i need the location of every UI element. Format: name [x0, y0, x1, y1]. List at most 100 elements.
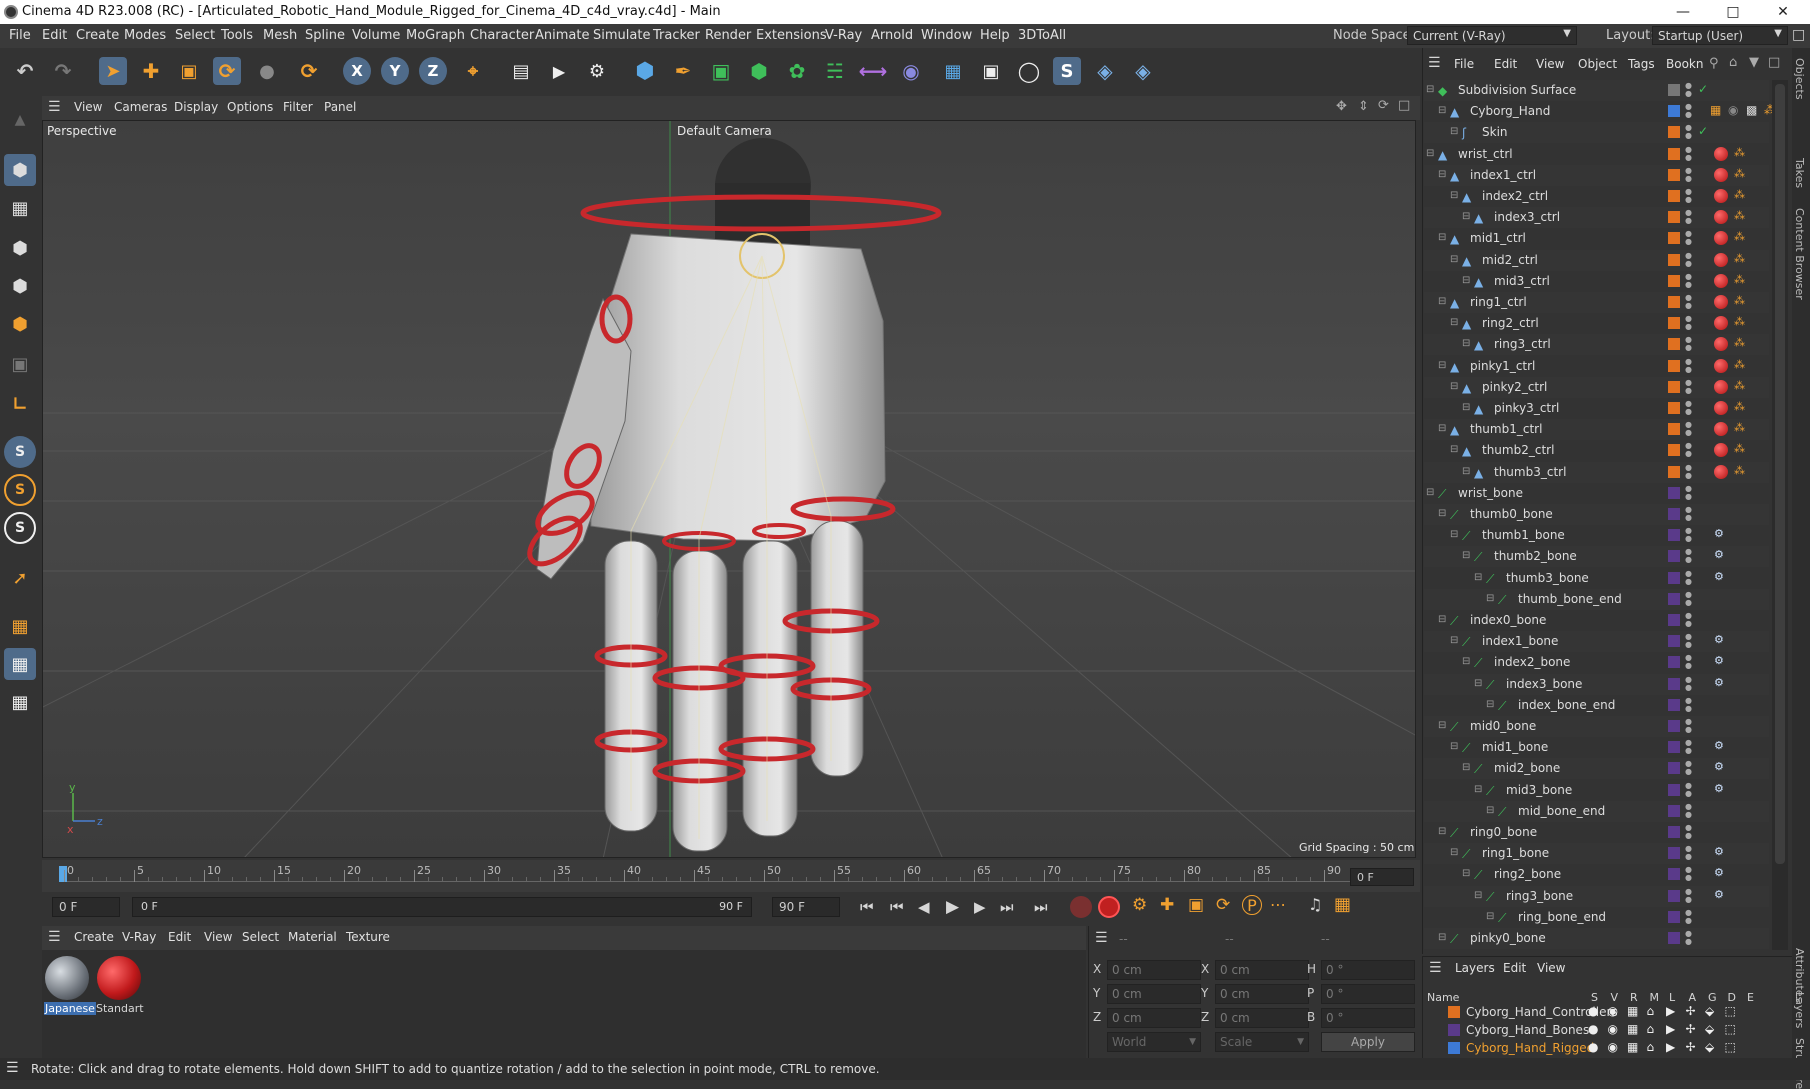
layer-color-swatch[interactable] — [1668, 508, 1680, 520]
object-row[interactable]: ⊟ ▲ ring3_ctrl ● ● ⁂ — [1424, 334, 1769, 356]
visibility-dots-icon[interactable]: ● ● — [1685, 824, 1698, 840]
object-row[interactable]: ⊟ ⟋ mid0_bone ● ● — [1424, 716, 1769, 737]
node-space-dropdown[interactable]: Current (V-Ray) ▼ — [1407, 26, 1577, 45]
material-tag-icon[interactable] — [1714, 295, 1728, 309]
constraint-tag-icon[interactable]: ⁂ — [1734, 464, 1747, 480]
y-axis-button[interactable]: Y — [378, 52, 412, 90]
dolly-view-icon[interactable]: ⇕ — [1358, 99, 1369, 114]
object-row[interactable]: ⊟ ▲ mid3_ctrl ● ● ⁂ — [1424, 270, 1769, 292]
layer-color-swatch[interactable] — [1668, 359, 1680, 372]
generators-icon[interactable]: ⬙ — [1705, 1004, 1714, 1018]
obj-menu-file[interactable]: File — [1454, 57, 1474, 71]
expand-toggle-icon[interactable]: ⊟ — [1450, 317, 1462, 329]
move-tool-button[interactable]: ✚ — [134, 52, 168, 90]
bend-button[interactable]: ⟷ — [856, 52, 890, 90]
visibility-dots-icon[interactable]: ● ● — [1685, 484, 1698, 501]
render-icon[interactable]: ▦ — [1627, 1004, 1638, 1018]
object-row[interactable]: ⊟ ▲ thumb2_ctrl ● ● ⁂ — [1424, 440, 1769, 462]
size-mode-dropdown[interactable]: Scale ▼ — [1215, 1032, 1309, 1052]
next-key-icon[interactable]: ⏭ — [1000, 898, 1014, 916]
layer-color-swatch[interactable] — [1668, 635, 1680, 648]
material-tag-icon[interactable] — [1714, 401, 1728, 415]
enabled-check-icon[interactable]: ✓ — [1698, 124, 1711, 140]
expand-toggle-icon[interactable]: ⊟ — [1438, 508, 1450, 520]
object-row[interactable]: ⊟ ⟋ ring1_bone ● ● ⚙ — [1424, 843, 1769, 865]
material-tag-icon[interactable] — [1714, 337, 1728, 352]
expand-toggle-icon[interactable]: ⊟ — [1474, 784, 1486, 796]
mat-menu-vray[interactable]: V-Ray — [122, 930, 156, 944]
deformers-icon[interactable]: ⬚ — [1725, 1022, 1736, 1036]
constraint-tag-icon[interactable]: ⁂ — [1734, 188, 1747, 204]
visibility-dots-icon[interactable]: ● ● — [1685, 357, 1698, 374]
visibility-dots-icon[interactable]: ● ● — [1685, 887, 1698, 904]
expand-toggle-icon[interactable]: ⊟ — [1450, 381, 1462, 393]
expand-toggle-icon[interactable]: ⊟ — [1486, 911, 1498, 923]
layer-color-swatch[interactable] — [1668, 423, 1680, 436]
object-row[interactable]: ⊟ ▲ thumb3_ctrl ● ● ⁂ — [1424, 461, 1769, 483]
current-frame-field[interactable]: 0 F — [1350, 868, 1414, 886]
filter-icon[interactable]: ▼ — [1749, 55, 1759, 70]
visibility-dots-icon[interactable]: ● ● — [1685, 930, 1698, 946]
vp-menu-panel[interactable]: Panel — [324, 100, 356, 114]
frame-range-slider[interactable]: 0 F 90 F — [132, 897, 752, 917]
tab-content-browser[interactable]: Content Browser — [1793, 208, 1806, 300]
menu-create[interactable]: Create — [76, 28, 119, 43]
size-y-field[interactable]: 0 cm — [1215, 984, 1309, 1004]
expand-toggle-icon[interactable]: ⊟ — [1426, 148, 1438, 160]
object-row[interactable]: ⊟ ⟋ thumb2_bone ● ● ⚙ — [1424, 546, 1769, 568]
object-row[interactable]: ⊟ ◆ Subdivision Surface ● ● ✓ — [1424, 80, 1769, 101]
constraint-tag-icon[interactable]: ⁂ — [1734, 273, 1747, 289]
tab-takes[interactable]: Takes — [1793, 158, 1806, 188]
visibility-dots-icon[interactable]: ● ● — [1685, 336, 1698, 352]
visibility-dots-icon[interactable]: ● ● — [1685, 294, 1698, 310]
layer-color-swatch[interactable] — [1668, 84, 1680, 96]
end-frame-field[interactable]: 90 F — [772, 897, 840, 917]
menu-character[interactable]: Character — [470, 28, 534, 43]
expand-toggle-icon[interactable]: ⊟ — [1462, 275, 1474, 287]
menu-help[interactable]: Help — [980, 28, 1010, 43]
object-row[interactable]: ⊟ ⟋ mid1_bone ● ● ⚙ — [1424, 737, 1769, 759]
vray-tag-icon[interactable]: ◉ — [1728, 103, 1741, 119]
key-scale-icon[interactable]: ▣ — [1188, 895, 1204, 915]
visibility-dots-icon[interactable]: ● ● — [1685, 442, 1698, 458]
cube-button[interactable]: ⬢ — [628, 52, 662, 90]
menu-extensions[interactable]: Extensions — [756, 28, 827, 43]
ik-tag-icon[interactable]: ⚙ — [1714, 633, 1727, 649]
render-view-button[interactable]: ▶ — [542, 52, 576, 90]
visibility-dots-icon[interactable]: ● ● — [1685, 696, 1698, 713]
object-row[interactable]: ⊟ ⟋ thumb_bone_end ● ● — [1424, 588, 1769, 610]
layer-color-swatch[interactable] — [1668, 211, 1680, 224]
expand-toggle-icon[interactable]: ⊟ — [1438, 932, 1450, 944]
menu-edit[interactable]: Edit — [42, 28, 67, 43]
solo-icon[interactable]: ● — [1588, 1004, 1598, 1018]
auto-key-icon[interactable] — [1098, 896, 1120, 918]
go-to-start-icon[interactable]: ⏮ — [860, 898, 874, 916]
enabled-check-icon[interactable]: ✓ — [1698, 82, 1711, 98]
expand-toggle-icon[interactable]: ⊟ — [1486, 593, 1498, 605]
material-tag-icon[interactable] — [1714, 231, 1728, 246]
expand-toggle-icon[interactable]: ⊟ — [1450, 529, 1462, 541]
visibility-dots-icon[interactable]: ● ● — [1685, 463, 1698, 480]
go-to-end-icon[interactable]: ⏭ — [1034, 898, 1048, 916]
menu-vray[interactable]: V-Ray — [825, 28, 862, 43]
quantize-button[interactable]: S — [4, 512, 36, 544]
layer-color-swatch[interactable] — [1668, 274, 1680, 287]
expand-toggle-icon[interactable]: ⊟ — [1438, 423, 1450, 435]
generators-icon[interactable]: ⬙ — [1705, 1040, 1714, 1054]
ik-tag-icon[interactable]: ⚙ — [1714, 570, 1727, 586]
layer-color-swatch[interactable] — [1668, 105, 1680, 118]
object-row[interactable]: ⊟ ▲ ring1_ctrl ● ● ⁂ — [1424, 292, 1769, 313]
expand-toggle-icon[interactable]: ⊟ — [1462, 338, 1474, 350]
object-row[interactable]: ⊟ ▲ index3_ctrl ● ● ⁂ — [1424, 207, 1769, 229]
visibility-dots-icon[interactable]: ● ● — [1685, 209, 1698, 225]
material-tag-icon[interactable] — [1714, 358, 1728, 373]
material-tag-icon[interactable] — [1714, 316, 1728, 331]
constraint-tag-icon[interactable]: ⁂ — [1734, 336, 1747, 352]
python-script-button[interactable]: ◈ — [1126, 52, 1160, 90]
hamburger-icon[interactable]: ☰ — [1429, 960, 1442, 976]
layer-color-swatch[interactable] — [1668, 232, 1680, 245]
timeline-window-icon[interactable]: ▦ — [1334, 894, 1351, 915]
render-icon[interactable]: ▦ — [1627, 1040, 1638, 1054]
expand-toggle-icon[interactable]: ⊟ — [1438, 169, 1450, 181]
vp-menu-filter[interactable]: Filter — [283, 100, 313, 114]
